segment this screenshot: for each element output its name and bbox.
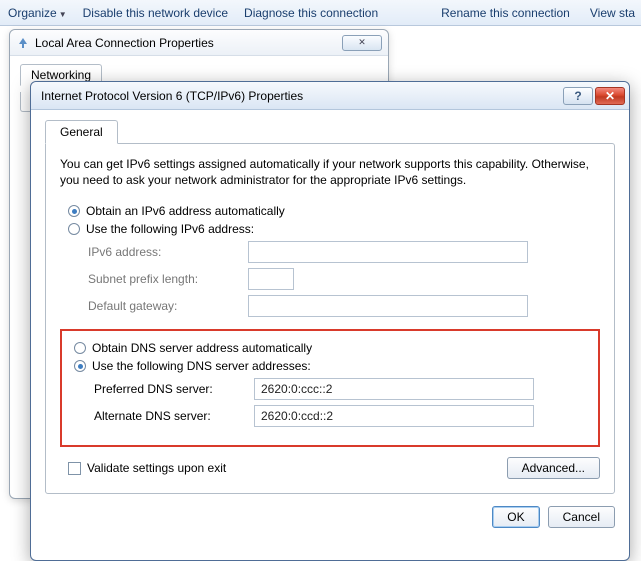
subnet-prefix-input — [248, 268, 294, 290]
close-icon: ✕ — [605, 89, 615, 103]
chevron-down-icon: ▼ — [59, 10, 67, 19]
dialog-button-row: OK Cancel — [45, 506, 615, 528]
ok-button[interactable]: OK — [492, 506, 539, 528]
row-ipv6-address: IPv6 address: — [88, 241, 600, 263]
help-button[interactable]: ? — [563, 87, 593, 105]
radio-icon — [74, 342, 86, 354]
radio-obtain-dns-auto-label: Obtain DNS server address automatically — [92, 341, 312, 355]
network-adapter-icon — [16, 36, 30, 50]
row-preferred-dns: Preferred DNS server: — [94, 378, 594, 400]
radio-icon — [68, 205, 80, 217]
ipv6-properties-dialog: Internet Protocol Version 6 (TCP/IPv6) P… — [30, 81, 630, 561]
dlg2-title: Internet Protocol Version 6 (TCP/IPv6) P… — [41, 89, 561, 103]
radio-use-dns-manual[interactable]: Use the following DNS server addresses: — [74, 359, 594, 373]
default-gateway-label: Default gateway: — [88, 299, 248, 313]
help-icon: ? — [574, 89, 581, 103]
alternate-dns-label: Alternate DNS server: — [94, 409, 254, 423]
radio-icon — [68, 223, 80, 235]
close-icon: ✕ — [358, 37, 366, 48]
subnet-prefix-label: Subnet prefix length: — [88, 272, 248, 286]
toolbar-diagnose[interactable]: Diagnose this connection — [244, 6, 378, 20]
toolbar-organize[interactable]: Organize▼ — [8, 6, 67, 20]
row-subnet-prefix: Subnet prefix length: — [88, 268, 600, 290]
preferred-dns-label: Preferred DNS server: — [94, 382, 254, 396]
cancel-button[interactable]: Cancel — [548, 506, 615, 528]
ipv6-address-input — [248, 241, 528, 263]
radio-obtain-dns-auto[interactable]: Obtain DNS server address automatically — [74, 341, 594, 355]
general-panel: You can get IPv6 settings assigned autom… — [45, 143, 615, 494]
radio-use-ipv6-manual-label: Use the following IPv6 address: — [86, 222, 254, 236]
alternate-dns-input[interactable] — [254, 405, 534, 427]
validate-row: Validate settings upon exit Advanced... — [60, 457, 600, 479]
radio-icon — [74, 360, 86, 372]
dlg1-titlebar[interactable]: Local Area Connection Properties ✕ — [10, 30, 388, 56]
tab-general[interactable]: General — [45, 120, 118, 144]
toolbar-rename[interactable]: Rename this connection — [441, 6, 570, 20]
explain-text: You can get IPv6 settings assigned autom… — [60, 156, 600, 188]
dns-highlight-box: Obtain DNS server address automatically … — [60, 329, 600, 447]
validate-label: Validate settings upon exit — [87, 461, 226, 475]
ipv6-address-fields: IPv6 address: Subnet prefix length: Defa… — [88, 241, 600, 317]
radio-obtain-ipv6-auto[interactable]: Obtain an IPv6 address automatically — [68, 204, 600, 218]
dlg2-tabstrip: General — [45, 120, 615, 144]
dlg1-title: Local Area Connection Properties — [35, 36, 342, 50]
validate-checkbox[interactable] — [68, 462, 81, 475]
preferred-dns-input[interactable] — [254, 378, 534, 400]
close-button[interactable]: ✕ — [595, 87, 625, 105]
default-gateway-input — [248, 295, 528, 317]
advanced-button[interactable]: Advanced... — [507, 457, 600, 479]
toolbar-viewstatus[interactable]: View sta — [590, 6, 635, 20]
toolbar-organize-label: Organize — [8, 6, 57, 20]
radio-obtain-ipv6-auto-label: Obtain an IPv6 address automatically — [86, 204, 285, 218]
dlg1-close-button[interactable]: ✕ — [342, 35, 382, 51]
toolbar-disable[interactable]: Disable this network device — [83, 6, 228, 20]
background-area: Local Area Connection Properties ✕ Netwo… — [0, 26, 641, 549]
row-default-gateway: Default gateway: — [88, 295, 600, 317]
ipv6-address-label: IPv6 address: — [88, 245, 248, 259]
row-alternate-dns: Alternate DNS server: — [94, 405, 594, 427]
radio-use-ipv6-manual[interactable]: Use the following IPv6 address: — [68, 222, 600, 236]
dlg2-titlebar[interactable]: Internet Protocol Version 6 (TCP/IPv6) P… — [31, 82, 629, 110]
network-toolbar: Organize▼ Disable this network device Di… — [0, 0, 641, 26]
radio-use-dns-manual-label: Use the following DNS server addresses: — [92, 359, 311, 373]
dlg2-content: General You can get IPv6 settings assign… — [31, 110, 629, 540]
dns-fields: Preferred DNS server: Alternate DNS serv… — [94, 378, 594, 427]
